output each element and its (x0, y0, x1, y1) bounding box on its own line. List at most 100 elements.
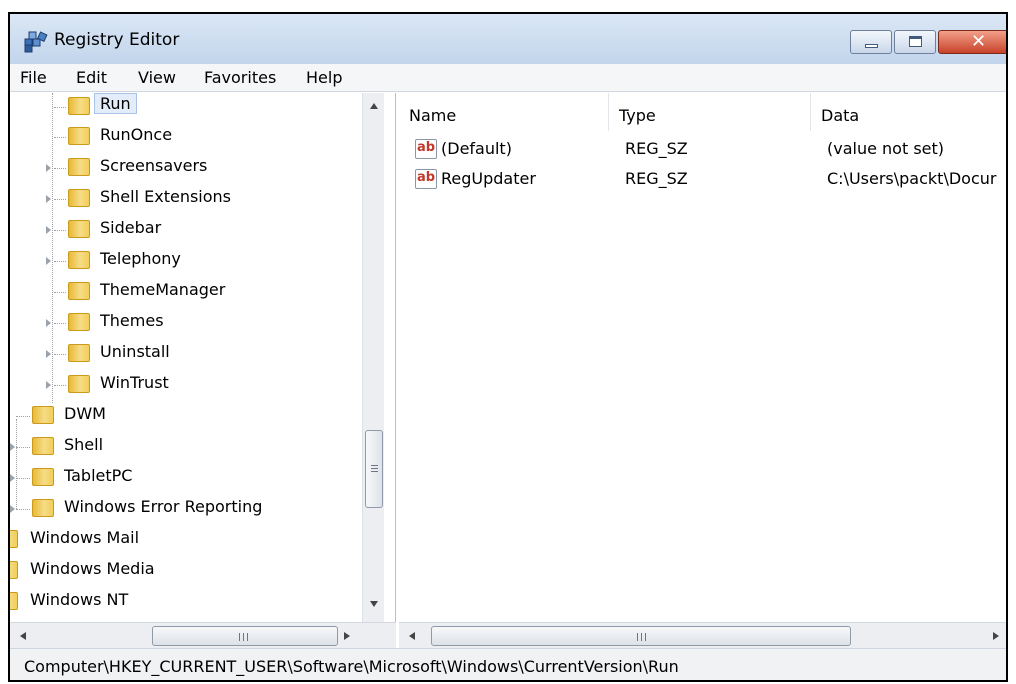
key-tree[interactable]: Run RunOnce Screensavers Shell Extension… (10, 93, 396, 622)
tree-item-windows-nt[interactable]: Windows NT (10, 588, 360, 610)
values-horizontal-scroll-thumb[interactable] (431, 626, 851, 646)
tree-item-telephony[interactable]: Telephony (10, 247, 360, 275)
expand-arrow-icon[interactable] (46, 350, 51, 358)
folder-icon (68, 220, 90, 238)
expand-arrow-icon[interactable] (46, 164, 51, 172)
tree-item-label: Telephony (100, 249, 181, 268)
window-title: Registry Editor (54, 30, 180, 50)
value-type: REG_SZ (625, 169, 688, 188)
column-header-data[interactable]: Data (811, 93, 1006, 131)
grip-icon (637, 633, 646, 641)
tree-item-dwm[interactable]: DWM (10, 402, 360, 430)
expand-arrow-icon[interactable] (46, 319, 51, 327)
tree-item-shell[interactable]: Shell (10, 433, 360, 461)
key-path: Computer\HKEY_CURRENT_USER\Software\Micr… (24, 657, 679, 676)
tree-item-label: Windows Error Reporting (64, 497, 263, 516)
menu-bar: File Edit View Favorites Help (10, 64, 1006, 92)
expand-arrow-icon[interactable] (10, 443, 15, 451)
tree-vertical-scrollbar[interactable] (362, 93, 384, 622)
expand-arrow-icon[interactable] (46, 195, 51, 203)
tree-vertical-scroll-thumb[interactable] (365, 430, 383, 508)
menu-view[interactable]: View (138, 68, 176, 87)
tree-item-label: WinTrust (100, 373, 169, 392)
folder-icon (32, 437, 54, 455)
tree-item-shell-extensions[interactable]: Shell Extensions (10, 185, 360, 213)
tree-item-sidebar[interactable]: Sidebar (10, 216, 360, 244)
folder-icon (68, 313, 90, 331)
tree-item-tabletpc[interactable]: TabletPC (10, 464, 360, 492)
value-name: RegUpdater (441, 169, 536, 188)
folder-icon (68, 127, 90, 145)
scroll-up-icon[interactable] (370, 103, 378, 109)
values-list[interactable]: Name Type Data ab (Default) REG_SZ (valu… (399, 93, 1006, 622)
expand-arrow-icon[interactable] (10, 505, 15, 513)
title-bar[interactable]: Registry Editor ✕ (10, 14, 1006, 64)
folder-icon (32, 499, 54, 517)
tree-item-windows-mail[interactable]: Windows Mail (10, 526, 360, 554)
close-icon: ✕ (971, 31, 987, 52)
scroll-left-icon[interactable] (20, 632, 26, 640)
folder-icon (32, 406, 54, 424)
tree-item-screensavers[interactable]: Screensavers (10, 154, 360, 182)
tree-item-label: Themes (100, 311, 164, 330)
tree-item-label: DWM (64, 404, 106, 423)
folder-icon (68, 158, 90, 176)
tree-item-label: Windows Media (30, 559, 155, 578)
tree-item-label: Windows NT (30, 590, 129, 609)
registry-editor-icon (24, 31, 48, 53)
expand-arrow-icon[interactable] (46, 226, 51, 234)
tree-item-label: Windows Mail (30, 528, 140, 547)
tree-item-label: RunOnce (100, 125, 173, 144)
expand-arrow-icon[interactable] (46, 381, 51, 389)
tree-item-thememanager[interactable]: ThemeManager (10, 278, 360, 306)
grip-icon (371, 465, 378, 472)
scroll-right-icon[interactable] (344, 632, 350, 640)
tree-item-windows-media[interactable]: Windows Media (10, 557, 360, 585)
tree-item-windows-error-reporting[interactable]: Windows Error Reporting (10, 495, 360, 523)
close-button[interactable]: ✕ (938, 30, 1006, 54)
value-row-default[interactable]: ab (Default) REG_SZ (value not set) (415, 137, 1006, 165)
string-value-icon: ab (415, 169, 437, 189)
tree-item-themes[interactable]: Themes (10, 309, 360, 337)
tree-item-run[interactable]: Run (10, 93, 360, 121)
folder-icon (68, 282, 90, 300)
tree-item-label: Shell Extensions (100, 187, 231, 206)
value-type: REG_SZ (625, 139, 688, 158)
tree-item-label: Sidebar (100, 218, 162, 237)
maximize-icon (909, 36, 922, 47)
expand-arrow-icon[interactable] (46, 257, 51, 265)
scroll-left-icon[interactable] (409, 632, 415, 640)
minimize-button[interactable] (850, 30, 892, 54)
tree-item-uninstall[interactable]: Uninstall (10, 340, 360, 368)
maximize-button[interactable] (894, 30, 936, 54)
scroll-down-icon[interactable] (370, 601, 378, 607)
status-bar: Computer\HKEY_CURRENT_USER\Software\Micr… (10, 648, 1006, 680)
menu-edit[interactable]: Edit (76, 68, 107, 87)
tree-horizontal-scroll-thumb[interactable] (152, 626, 338, 646)
folder-icon (68, 251, 90, 269)
string-value-icon: ab (415, 139, 437, 159)
tree-item-label: Shell (64, 435, 104, 454)
value-row-regupdater[interactable]: ab RegUpdater REG_SZ C:\Users\packt\Docu… (415, 167, 1006, 195)
tree-item-label: Run (94, 93, 137, 114)
menu-file[interactable]: File (20, 68, 47, 87)
folder-icon (10, 592, 18, 610)
tree-item-label: TabletPC (64, 466, 133, 485)
value-data: (value not set) (827, 139, 945, 158)
folder-icon (10, 561, 18, 579)
column-header-type[interactable]: Type (609, 93, 811, 131)
menu-help[interactable]: Help (306, 68, 342, 87)
scroll-right-icon[interactable] (993, 632, 999, 640)
menu-favorites[interactable]: Favorites (204, 68, 276, 87)
values-horizontal-scrollbar[interactable] (399, 622, 1006, 648)
tree-item-runonce[interactable]: RunOnce (10, 123, 360, 151)
folder-icon (68, 375, 90, 393)
folder-icon (68, 189, 90, 207)
folder-icon (68, 97, 90, 115)
tree-horizontal-scrollbar[interactable] (10, 622, 396, 648)
column-header-name[interactable]: Name (399, 93, 609, 131)
tree-item-wintrust[interactable]: WinTrust (10, 371, 360, 399)
expand-arrow-icon[interactable] (10, 474, 15, 482)
tree-item-label: Screensavers (100, 156, 208, 175)
folder-icon (68, 344, 90, 362)
